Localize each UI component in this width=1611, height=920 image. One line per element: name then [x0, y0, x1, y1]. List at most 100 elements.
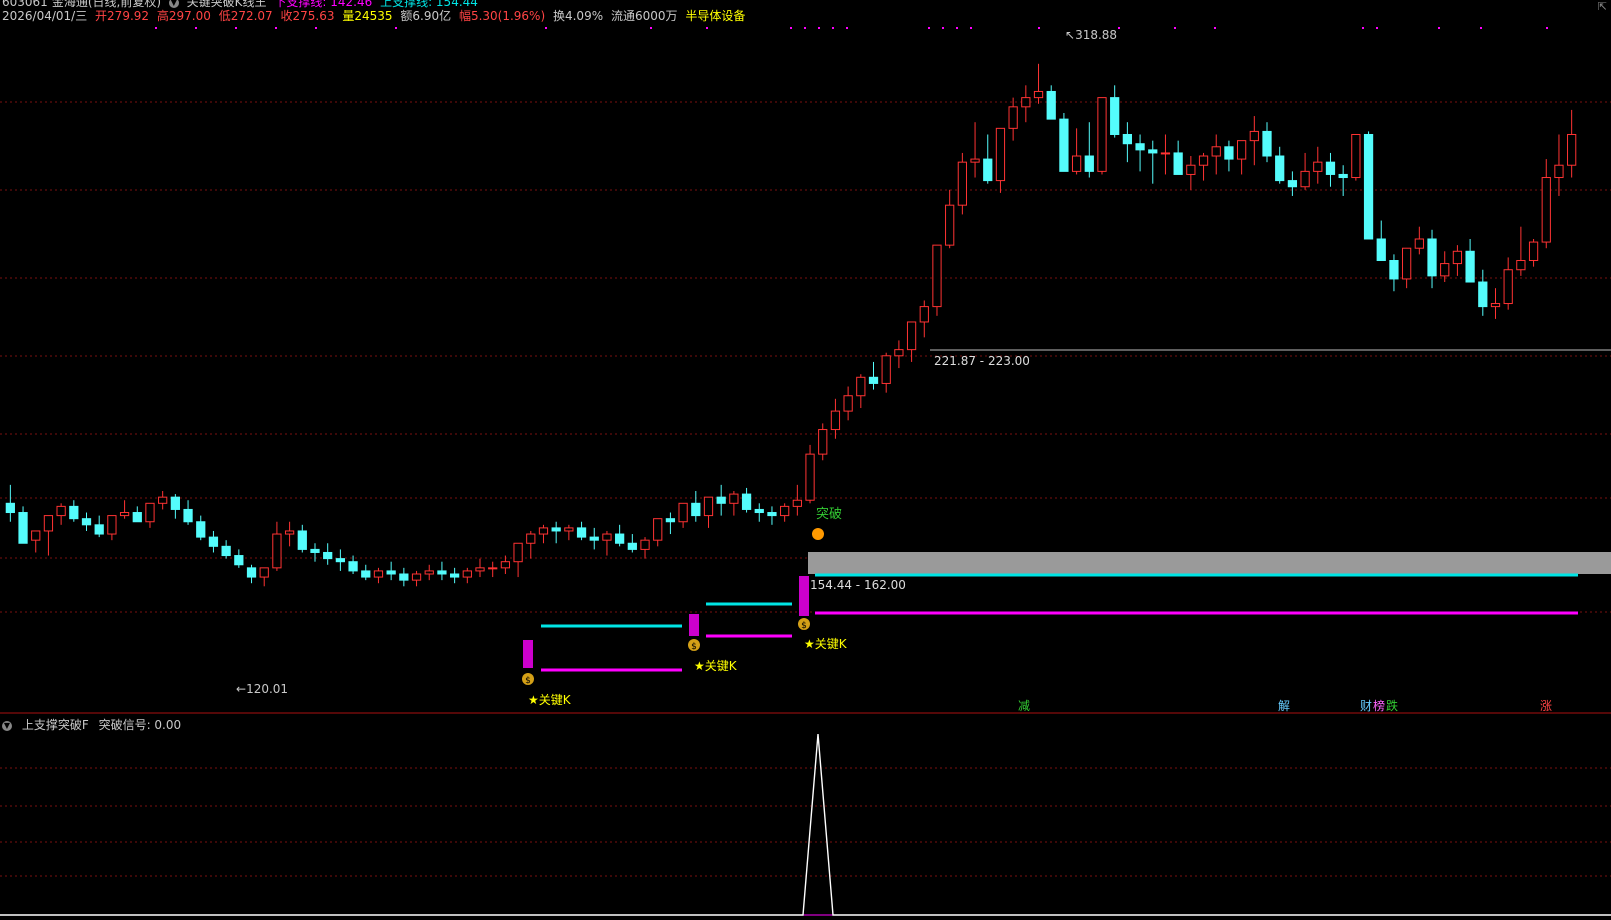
candle — [1363, 131, 1374, 240]
candle-body — [500, 561, 511, 569]
signal-dot — [650, 27, 652, 29]
candle — [310, 543, 320, 562]
signal-dot — [1438, 27, 1440, 29]
candle — [1338, 165, 1348, 196]
candle-body — [919, 306, 929, 323]
candle — [703, 496, 714, 528]
event-tag-finance[interactable]: 财 — [1360, 699, 1372, 713]
candle-body — [627, 542, 637, 550]
candle — [69, 500, 79, 522]
candle-body — [1110, 97, 1120, 135]
candle — [1478, 269, 1488, 316]
event-tag-unlock[interactable]: 解 — [1278, 699, 1290, 713]
candle — [640, 537, 650, 559]
breakout-signal-line — [0, 733, 1611, 916]
subchart-grid — [0, 767, 1611, 877]
candle — [970, 122, 980, 178]
candle — [18, 506, 28, 544]
candle-body — [18, 512, 28, 544]
candle-body — [1211, 146, 1221, 157]
event-tag-rank[interactable]: 榜 — [1373, 698, 1385, 713]
candle-body — [830, 410, 841, 431]
candle — [716, 484, 726, 516]
candle — [741, 487, 752, 513]
candle-body — [196, 521, 206, 538]
candle — [983, 134, 993, 184]
signal-dot — [790, 27, 792, 29]
candle-body — [107, 515, 117, 535]
candle-body — [602, 533, 612, 541]
candle-body — [1021, 97, 1031, 108]
candle — [411, 570, 422, 587]
candle — [1528, 238, 1539, 267]
signal-dot — [956, 27, 958, 29]
subchart-title[interactable]: 上支撑突破F — [22, 718, 89, 732]
candle-body — [983, 158, 993, 182]
candle — [868, 361, 879, 390]
candle — [995, 127, 1006, 193]
candle-body — [1249, 130, 1259, 142]
candle — [653, 518, 663, 547]
candle-body — [894, 349, 904, 357]
candle — [462, 567, 472, 584]
candle-body — [564, 527, 574, 532]
candle-body — [1402, 247, 1412, 280]
candle-body — [538, 527, 549, 535]
candle-body — [957, 161, 967, 206]
candle-body — [1198, 155, 1209, 166]
resistance-zone-box — [808, 552, 1611, 574]
candle — [1414, 226, 1424, 255]
candle — [1110, 85, 1120, 138]
candle-body — [1325, 161, 1336, 175]
candle-body — [1135, 143, 1145, 151]
candle — [602, 530, 612, 556]
candle — [1325, 152, 1336, 187]
candle-body — [284, 530, 295, 535]
candle-body — [653, 518, 663, 541]
event-tag-reduce[interactable]: 减 — [1018, 699, 1030, 713]
candle — [1554, 134, 1564, 196]
subchart-toggle-icon[interactable]: ▼ — [2, 720, 12, 731]
candle — [132, 506, 142, 523]
signal-dot — [846, 27, 848, 29]
signal-dot — [706, 27, 708, 29]
kline-chart[interactable]: $ $ $ ↖318.88 ←120.01 221.87 - 223.00 15… — [0, 0, 1611, 920]
candle — [843, 386, 853, 421]
signal-dot — [928, 27, 930, 29]
candle — [818, 423, 828, 461]
candle-body — [5, 502, 15, 514]
key-k-label: ★关键K — [528, 693, 572, 707]
candle — [881, 352, 891, 393]
lower-zone-range-label: 154.44 - 162.00 — [810, 578, 906, 592]
candle-body — [1389, 260, 1399, 280]
candle — [1224, 140, 1234, 172]
event-tag-rise[interactable]: 涨 — [1540, 698, 1552, 713]
candle — [830, 398, 841, 439]
candle — [1236, 140, 1247, 175]
candle — [107, 515, 117, 541]
candle-body — [183, 508, 193, 523]
candle — [119, 500, 130, 519]
candle — [1211, 134, 1221, 175]
candle — [1122, 122, 1133, 163]
candle — [1071, 128, 1082, 175]
candle — [1084, 122, 1094, 178]
candle-body — [1008, 106, 1018, 129]
candle-body — [1338, 173, 1348, 179]
candle-body — [513, 542, 523, 563]
candle-body — [56, 505, 66, 517]
candle-body — [1224, 146, 1234, 160]
candle-body — [741, 493, 752, 510]
candle — [1376, 220, 1386, 262]
candle-body — [792, 499, 802, 507]
candle — [564, 524, 574, 541]
event-tag-fall[interactable]: 跌 — [1386, 698, 1398, 713]
candle — [297, 524, 307, 553]
candle-body — [615, 533, 625, 544]
candle-body — [234, 555, 244, 566]
candle — [158, 491, 168, 510]
candle-body — [1376, 238, 1386, 262]
candle-body — [437, 570, 447, 575]
candle-body — [348, 561, 358, 572]
candle-body — [94, 524, 104, 535]
